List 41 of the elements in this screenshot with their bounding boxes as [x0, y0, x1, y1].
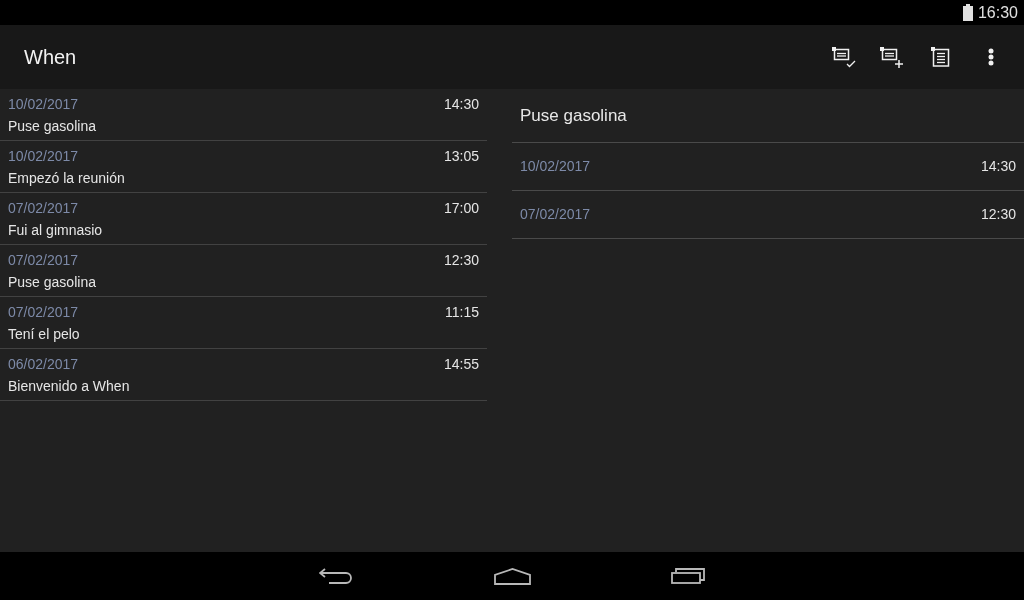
entry-row[interactable]: 07/02/2017 11:15 Tení el pelo: [0, 297, 487, 349]
entry-title: Puse gasolina: [8, 273, 97, 291]
recents-icon[interactable]: [671, 568, 705, 584]
battery-icon: [962, 4, 973, 21]
list-check-icon[interactable]: [832, 46, 856, 68]
occurrence-date: 10/02/2017: [520, 157, 591, 176]
entry-time: 11:15: [445, 303, 479, 321]
detail-title: Puse gasolina: [520, 104, 627, 127]
back-icon[interactable]: [319, 568, 353, 584]
entry-title: Bienvenido a When: [8, 377, 131, 395]
entry-title: Tení el pelo: [8, 325, 81, 343]
entry-time: 14:55: [443, 355, 479, 373]
entry-time: 12:30: [443, 251, 479, 269]
occurrence-time: 14:30: [980, 157, 1016, 176]
more-icon[interactable]: [988, 48, 994, 66]
list-add-icon[interactable]: [880, 46, 904, 68]
entry-row[interactable]: 10/02/2017 14:30 Puse gasolina: [0, 89, 487, 141]
entry-time: 14:30: [443, 95, 479, 113]
entry-date: 07/02/2017: [8, 199, 79, 217]
occurrence-row[interactable]: 07/02/2017 12:30: [512, 191, 1024, 239]
home-icon[interactable]: [493, 567, 531, 585]
entry-date: 10/02/2017: [8, 147, 79, 165]
entry-row[interactable]: 07/02/2017 12:30 Puse gasolina: [0, 245, 487, 297]
occurrence-time: 12:30: [980, 205, 1016, 224]
occurrence-date: 07/02/2017: [520, 205, 591, 224]
clock-time: 16:30: [977, 4, 1018, 21]
entry-row[interactable]: 06/02/2017 14:55 Bienvenido a When: [0, 349, 487, 401]
entry-time: 13:05: [443, 147, 479, 165]
entry-row[interactable]: 07/02/2017 17:00 Fui al gimnasio: [0, 193, 487, 245]
entry-title: Empezó la reunión: [8, 169, 126, 187]
document-list-icon[interactable]: [930, 47, 950, 67]
entry-title: Fui al gimnasio: [8, 221, 104, 239]
occurrence-row[interactable]: 10/02/2017 14:30: [512, 143, 1024, 191]
entry-row[interactable]: 10/02/2017 13:05 Empezó la reunión: [0, 141, 487, 193]
entry-date: 10/02/2017: [8, 95, 79, 113]
entry-date: 06/02/2017: [8, 355, 79, 373]
entry-title: Puse gasolina: [8, 117, 97, 135]
entry-time: 17:00: [443, 199, 479, 217]
app-title: When: [24, 45, 78, 70]
entry-date: 07/02/2017: [8, 251, 79, 269]
entry-date: 07/02/2017: [8, 303, 79, 321]
